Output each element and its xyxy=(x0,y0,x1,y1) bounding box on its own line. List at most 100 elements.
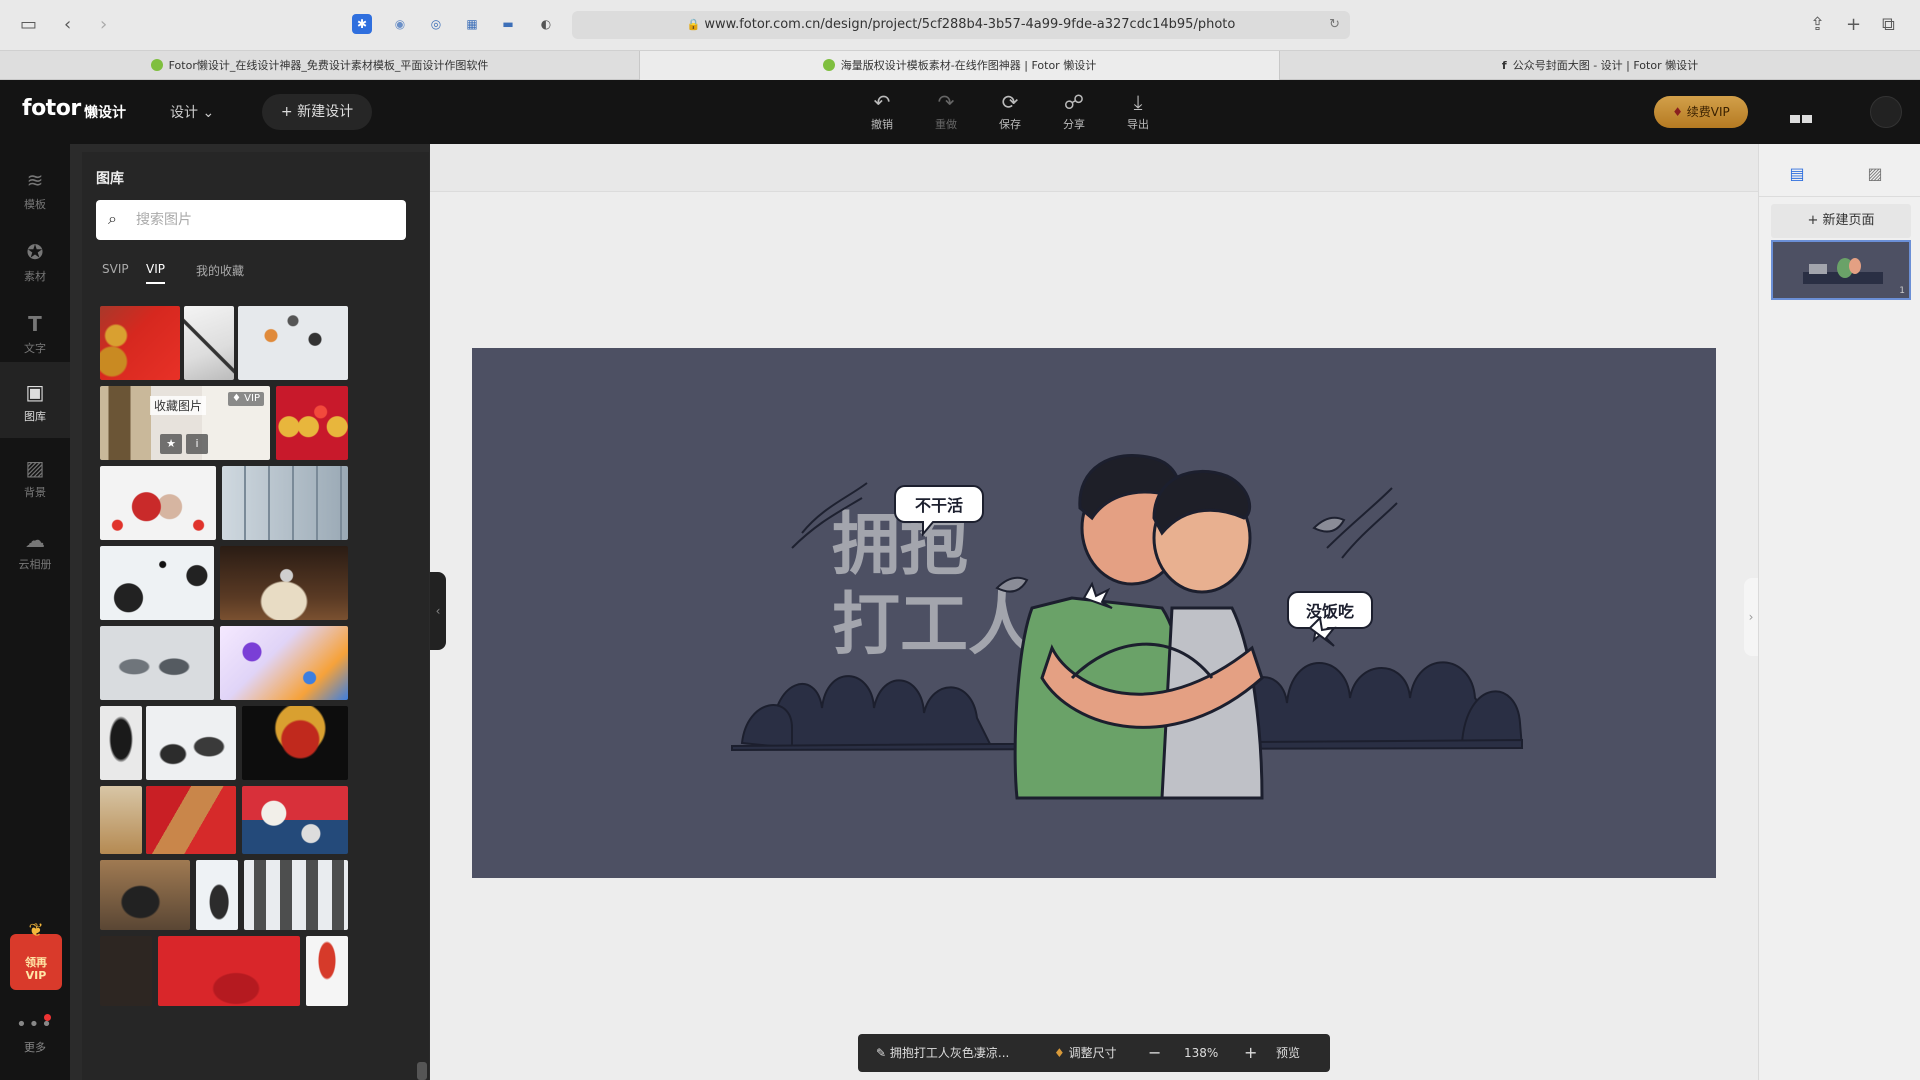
nav-elements[interactable]: ✪ 素材 xyxy=(0,226,70,296)
design-menu[interactable]: 设计 ⌄ xyxy=(170,102,214,122)
share-button[interactable]: ☍ 分享 xyxy=(1048,90,1100,132)
page-thumbnail[interactable]: 1 xyxy=(1771,240,1911,300)
browser-tab-1[interactable]: Fotor懒设计_在线设计神器_免费设计素材模板_平面设计作图软件 xyxy=(0,51,640,80)
gallery-thumb-graduation[interactable] xyxy=(100,546,214,620)
nav-gallery[interactable]: ▣ 图库 xyxy=(0,362,70,438)
gallery-thumb-red-festive[interactable] xyxy=(100,306,180,380)
gallery-thumb-dumplings[interactable] xyxy=(242,786,348,854)
gallery-thumb-open-book[interactable] xyxy=(220,546,348,620)
gallery-scrollbar[interactable] xyxy=(415,152,429,1080)
notification-dot xyxy=(44,1014,51,1021)
gallery-thumb-handshake[interactable]: 收藏图片 ♦ VIP ★ i xyxy=(100,386,270,460)
new-tab-icon[interactable]: + xyxy=(1846,13,1861,37)
app-header: fotor 懒设计 设计 ⌄ + 新建设计 ↶ 撤销 ↷ 重做 ⟳ 保存 ☍ 分享 ⤓ 导… xyxy=(0,80,1920,144)
preview-button[interactable]: 预览 xyxy=(1276,1034,1300,1072)
gallery-thumb-red-gifts[interactable] xyxy=(158,936,300,1006)
thumb-decoration xyxy=(100,626,214,700)
scrollbar-thumb[interactable] xyxy=(417,1062,427,1080)
plus-icon: + xyxy=(280,104,293,120)
page-thumbnail-preview xyxy=(1803,258,1883,284)
nav-text[interactable]: T 文字 xyxy=(0,298,70,368)
gallery-thumb-business-team[interactable] xyxy=(244,860,348,930)
favorite-star-button[interactable]: ★ xyxy=(160,434,182,454)
shield-icon[interactable]: ◐ xyxy=(536,14,556,34)
diamond-icon: ♦ xyxy=(1054,1046,1065,1060)
gallery-thumb-virus-illustration[interactable] xyxy=(220,626,348,700)
target-icon[interactable]: ◎ xyxy=(426,14,446,34)
panel-collapse-button[interactable]: ‹ xyxy=(430,572,446,650)
thumb-decoration xyxy=(242,786,348,854)
gallery-thumb-kids-new-year[interactable] xyxy=(100,466,216,540)
gallery-thumb-high-five[interactable] xyxy=(100,626,214,700)
gallery-thumb-business-meeting[interactable] xyxy=(146,706,236,780)
image-icon: ▨ xyxy=(1867,164,1883,183)
chevron-down-icon: ⌄ xyxy=(202,105,215,121)
gallery-thumb-office-window[interactable] xyxy=(222,466,348,540)
renew-vip-button[interactable]: ♦ 续费VIP xyxy=(1654,96,1748,128)
cloud-upload-icon: ☁ xyxy=(25,528,45,552)
back-icon[interactable]: ‹ xyxy=(64,13,71,37)
fotor-logo[interactable]: fotor xyxy=(22,96,81,121)
browser-toolbar: ▭ ‹ › ✱ ◉ ◎ ▦ ▬ ◐ 🔒 www.fotor.com.cn/desi… xyxy=(0,0,1920,51)
favicon-icon xyxy=(150,59,163,71)
avatar[interactable] xyxy=(1870,96,1902,128)
bubble-text-left: 不干活 xyxy=(915,496,963,515)
nav-more[interactable]: ••• 更多 xyxy=(0,1014,70,1055)
grid-extension-icon[interactable]: ▦ xyxy=(462,14,482,34)
tab-overview-icon[interactable]: ⧉ xyxy=(1882,13,1895,37)
gallery-thumb-red-envelopes[interactable] xyxy=(146,786,236,854)
nav-templates[interactable]: ≋ 模板 xyxy=(0,154,70,224)
share-icon[interactable]: ⇪ xyxy=(1810,13,1825,37)
undo-button[interactable]: ↶ 撤销 xyxy=(856,90,908,132)
redo-button[interactable]: ↷ 重做 xyxy=(920,90,972,132)
thumb-decoration xyxy=(100,860,190,930)
export-button[interactable]: ⤓ 导出 xyxy=(1112,90,1164,132)
gift-vip-button[interactable]: ❦ 领再 VIP xyxy=(10,922,62,990)
gallery-thumb-office-people[interactable] xyxy=(238,306,348,380)
gallery-thumb-phone[interactable] xyxy=(100,706,142,780)
sidebar-toggle-icon[interactable]: ▭ xyxy=(20,13,37,37)
new-design-button[interactable]: + 新建设计 xyxy=(262,94,372,130)
gallery-thumb-dark-desk[interactable] xyxy=(100,936,152,1006)
rss-icon[interactable]: ◉ xyxy=(390,14,410,34)
gallery-thumb-opera-mask[interactable] xyxy=(242,706,348,780)
nav-cloud[interactable]: ☁ 云相册 xyxy=(0,514,70,584)
page-list-icon: ▤ xyxy=(1789,164,1805,183)
zoom-out-button[interactable]: − xyxy=(1148,1034,1161,1072)
address-bar[interactable]: 🔒 www.fotor.com.cn/design/project/5cf288b… xyxy=(572,11,1350,39)
pages-tab[interactable]: ▤ xyxy=(1777,158,1817,190)
new-page-button[interactable]: + 新建页面 xyxy=(1771,204,1911,238)
nav-background[interactable]: ▨ 背景 xyxy=(0,442,70,512)
browser-tab-3[interactable]: f 公众号封面大图 - 设计 | Fotor 懒设计 xyxy=(1280,51,1920,80)
thumb-decoration xyxy=(222,466,348,540)
zoom-in-button[interactable]: + xyxy=(1244,1034,1257,1072)
favorite-tooltip: 收藏图片 xyxy=(150,396,207,415)
team-icon[interactable] xyxy=(1790,108,1830,123)
gallery-thumb-notebook[interactable] xyxy=(184,306,234,380)
reload-icon[interactable]: ↻ xyxy=(1329,11,1340,39)
tab-vip[interactable]: VIP xyxy=(146,262,165,284)
tab-favorites[interactable]: 我的收藏 xyxy=(196,262,244,279)
save-button[interactable]: ⟳ 保存 xyxy=(984,90,1036,132)
right-panel-collapse-button[interactable]: › xyxy=(1744,578,1758,656)
gallery-thumb-2020-balloons[interactable] xyxy=(276,386,348,460)
tab-svip[interactable]: SVIP xyxy=(102,262,129,276)
zoom-level[interactable]: 138% xyxy=(1184,1034,1218,1072)
extension-icon[interactable]: ✱ xyxy=(352,14,372,34)
info-button[interactable]: i xyxy=(186,434,208,454)
gallery-thumb-business-woman[interactable] xyxy=(196,860,238,930)
gallery-thumb-gift-wrap[interactable] xyxy=(100,786,142,854)
forward-icon[interactable]: › xyxy=(100,13,107,37)
lock-icon: 🔒 xyxy=(686,18,701,31)
browser-tab-2[interactable]: 海量版权设计模板素材-在线作图神器 | Fotor 懒设计 xyxy=(640,51,1280,80)
search-icon: ⌕ xyxy=(108,209,117,228)
resize-button[interactable]: ♦ 调整尺寸 xyxy=(1054,1034,1117,1072)
rename-project-button[interactable]: ✎ 拥抱打工人灰色凄凉... xyxy=(876,1034,1009,1072)
image-tab[interactable]: ▨ xyxy=(1855,158,1895,190)
search-box[interactable]: ⌕ xyxy=(96,200,406,240)
gallery-thumb-dancer[interactable] xyxy=(306,936,348,1006)
folder-extension-icon[interactable]: ▬ xyxy=(498,14,518,34)
gallery-thumb-car-desert[interactable] xyxy=(100,860,190,930)
artboard[interactable]: 拥抱 打工人 不干活 没饭吃 xyxy=(472,348,1716,878)
search-input[interactable] xyxy=(136,208,396,232)
